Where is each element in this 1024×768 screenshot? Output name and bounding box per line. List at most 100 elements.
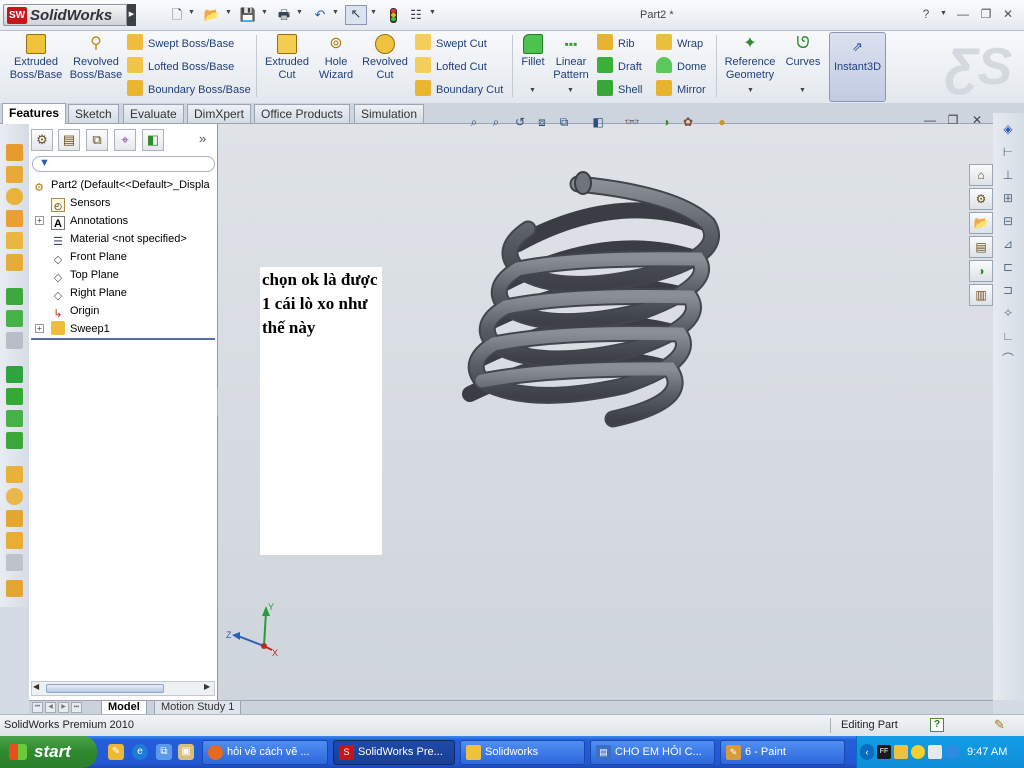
tray-globe-icon[interactable]: [945, 745, 959, 759]
zoom-to-fit-icon[interactable]: ⌕: [466, 114, 482, 130]
pattern-tool-icon[interactable]: [6, 410, 23, 427]
revolved-cut-button[interactable]: Revolved Cut: [360, 34, 410, 82]
new-document-icon[interactable]: 🗋: [168, 7, 186, 23]
fillet-dropdown-icon[interactable]: ▼: [529, 87, 536, 94]
taskbar-solidworks-window[interactable]: S SolidWorks Pre...: [333, 740, 455, 765]
print-icon[interactable]: 🖶: [275, 7, 293, 23]
tab-motion-study[interactable]: Motion Study 1: [154, 701, 242, 715]
restore-icon[interactable]: ❐: [978, 6, 994, 22]
fillet-tool-icon[interactable]: [6, 288, 23, 305]
draft-button[interactable]: Draft: [597, 57, 642, 77]
rib-button[interactable]: Rib: [597, 34, 635, 54]
open-dropdown-icon[interactable]: ▼: [225, 9, 232, 16]
shell-button[interactable]: Shell: [597, 80, 642, 100]
save-dropdown-icon[interactable]: ▼: [261, 9, 268, 16]
boundary-cut-button[interactable]: Boundary Cut: [415, 80, 503, 100]
expand-sweep-icon[interactable]: +: [35, 324, 44, 333]
wrap-button[interactable]: Wrap: [656, 34, 703, 54]
tray-smiley-icon[interactable]: [911, 745, 925, 759]
boundary-boss-button[interactable]: Boundary Boss/Base: [127, 80, 251, 100]
tree-item-front-plane[interactable]: ◇ Front Plane: [51, 248, 127, 266]
menu-expand-arrow-icon[interactable]: ▶: [127, 4, 136, 26]
tab-evaluate[interactable]: Evaluate: [123, 104, 184, 123]
start-button[interactable]: start: [0, 736, 97, 768]
new-dropdown-icon[interactable]: ▼: [188, 9, 195, 16]
horizontal-dimension-icon[interactable]: ⊢: [1000, 144, 1016, 160]
tree-item-sensors[interactable]: ◴ Sensors: [51, 194, 110, 212]
extrude-tool-icon[interactable]: [6, 144, 23, 161]
scroll-right-icon[interactable]: ▶: [204, 682, 210, 691]
feedback-pencil-icon[interactable]: ✎: [994, 717, 1010, 733]
shell-tool-icon[interactable]: [6, 366, 23, 383]
tree-item-sweep1[interactable]: Sweep1: [51, 320, 110, 338]
display-style-icon[interactable]: ◧: [590, 114, 606, 130]
select-dropdown-icon[interactable]: ▼: [370, 9, 377, 16]
view-settings-icon[interactable]: ●: [714, 114, 730, 130]
close-icon[interactable]: ✕: [1000, 6, 1016, 22]
quicklaunch-app-icon[interactable]: ▣: [178, 744, 194, 760]
taskbar-firefox-window[interactable]: hỏi về cách vẽ ...: [202, 740, 328, 765]
quicklaunch-editor-icon[interactable]: ✎: [108, 744, 124, 760]
undo-icon[interactable]: ↶: [311, 7, 329, 23]
undo-dropdown-icon[interactable]: ▼: [332, 9, 339, 16]
extruded-cut-button[interactable]: Extruded Cut: [262, 34, 312, 82]
select-pointer-icon[interactable]: ↖: [345, 5, 367, 25]
chamfer-dimension-icon[interactable]: ⊿: [1000, 236, 1016, 252]
file-explorer-icon[interactable]: 📂: [969, 212, 993, 234]
edit-appearance-icon[interactable]: ◑: [658, 114, 674, 130]
tree-horizontal-scrollbar[interactable]: ◀ ▶: [31, 681, 215, 696]
graphics-area[interactable]: ⌕ ⌕ ↺ ⧈ ⧉ ◧ 👓 ◑ ✿ ● — ❐ ✕ chọn ok là đượ…: [218, 113, 993, 700]
tab-features[interactable]: Features: [2, 103, 67, 124]
spring-model[interactable]: [458, 169, 743, 429]
instant3d-button[interactable]: ⇗ Instant3D: [829, 32, 886, 102]
viewport-close-icon[interactable]: ✕: [970, 113, 984, 127]
display-relations-icon[interactable]: ⊐: [1000, 282, 1016, 298]
rebuild-traffic-light-icon[interactable]: [384, 7, 402, 24]
tab-model[interactable]: Model: [101, 701, 147, 715]
quicklaunch-ie-icon[interactable]: e: [132, 744, 148, 760]
save-icon[interactable]: 💾: [239, 7, 257, 23]
sweep-tool-icon[interactable]: [6, 210, 23, 227]
tab-simulation[interactable]: Simulation: [354, 104, 425, 123]
property-manager-tab-icon[interactable]: ▤: [58, 129, 80, 151]
first-tab-icon[interactable]: ⏮: [32, 702, 43, 713]
tab-dimxpert[interactable]: DimXpert: [187, 104, 252, 123]
lofted-cut-button[interactable]: Lofted Cut: [415, 57, 487, 77]
dome-button[interactable]: Dome: [656, 57, 706, 77]
rib-tool-icon[interactable]: [6, 254, 23, 271]
hide-show-items-icon[interactable]: 👓: [624, 114, 640, 130]
hole-wizard-button[interactable]: ⊚ Hole Wizard: [314, 34, 358, 82]
custom-properties-icon[interactable]: ▥: [969, 284, 993, 306]
scroll-thumb[interactable]: [46, 684, 164, 693]
tree-item-top-plane[interactable]: ◇ Top Plane: [51, 266, 119, 284]
scroll-left-icon[interactable]: ◀: [33, 682, 39, 691]
draft-tool-icon[interactable]: [6, 388, 23, 405]
tree-item-annotations[interactable]: A Annotations: [51, 212, 128, 230]
swept-boss-button[interactable]: Swept Boss/Base: [127, 34, 234, 54]
tree-root-part[interactable]: ⚙ Part2 (Default<<Default>_Displa: [32, 176, 210, 194]
flex-tool-icon[interactable]: [6, 532, 23, 549]
curves-button[interactable]: ᘎ Curves: [783, 34, 823, 69]
taskbar-folder-window[interactable]: Solidworks: [460, 740, 585, 765]
taskbar-paint-window[interactable]: ✎ 6 - Paint: [720, 740, 845, 765]
loft-tool-icon[interactable]: [6, 232, 23, 249]
prev-tab-icon[interactable]: ◀: [45, 702, 56, 713]
revolve-tool-icon[interactable]: [6, 188, 23, 205]
tree-item-right-plane[interactable]: ◇ Right Plane: [51, 284, 127, 302]
zoom-to-area-icon[interactable]: ⌕: [488, 114, 504, 130]
move-face-tool-icon[interactable]: [6, 580, 23, 597]
solidworks-menu-button[interactable]: SW SolidWorks: [3, 4, 127, 26]
feature-filter-input[interactable]: ▼: [32, 156, 215, 172]
add-relation-icon[interactable]: ⊏: [1000, 259, 1016, 275]
tray-messenger-icon[interactable]: [894, 745, 908, 759]
solidworks-resources-icon[interactable]: ⌂: [969, 164, 993, 186]
wrap-tool-icon[interactable]: [6, 510, 23, 527]
ordinate-dimension-icon[interactable]: ⊟: [1000, 213, 1016, 229]
reference-geometry-button[interactable]: ✦ Reference Geometry: [722, 34, 778, 82]
tree-item-origin[interactable]: ↳ Origin: [51, 302, 99, 320]
curves-dropdown-icon[interactable]: ▼: [799, 87, 806, 94]
fully-define-icon[interactable]: ✧: [1000, 305, 1016, 321]
taskbar-document-window[interactable]: ▤ CHO EM HỎI C...: [590, 740, 715, 765]
appearances-icon[interactable]: ◑: [969, 260, 993, 282]
help-dropdown-icon[interactable]: ▼: [940, 10, 947, 17]
